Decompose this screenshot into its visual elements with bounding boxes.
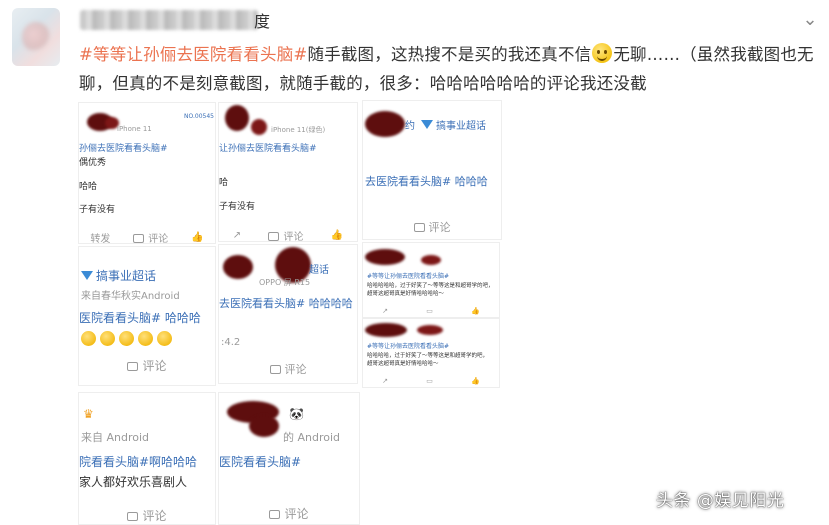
comment-label: 评论 bbox=[142, 358, 167, 373]
text-line: 哈哈哈哈哈，过于好笑了～等等这是和超哥学的吧， bbox=[367, 283, 494, 289]
comment-label: 评论 bbox=[283, 231, 304, 242]
action-bar: 评论 bbox=[219, 503, 359, 523]
text-line: 偶优秀 bbox=[79, 158, 107, 168]
comment-icon: ▭ bbox=[426, 307, 433, 315]
panda-emoji-icon: 🐼 bbox=[289, 407, 304, 421]
action-bar: 转发 评论 👍 bbox=[79, 227, 215, 244]
laugh-emoji-icon bbox=[81, 331, 96, 346]
device-label: iPhone 11 bbox=[117, 125, 152, 133]
comment-label: 评论 bbox=[428, 221, 451, 234]
hashtag-text: 孙俪去医院看看头脑# bbox=[79, 144, 168, 154]
source-label: OPPO 屏 R15 bbox=[259, 278, 311, 287]
action-bar: ↗ ▭ 👍 bbox=[363, 301, 499, 317]
text-line: 哈哈哈哈，过于好笑了～等等这是和超哥学的吧， bbox=[367, 353, 489, 359]
action-bar: ↗ ▭ 👍 bbox=[363, 371, 499, 387]
device-label: iPhone 11(绿色) bbox=[271, 126, 326, 134]
comment-icon bbox=[269, 365, 281, 374]
screenshot-image-5[interactable]: 超话 OPPO 屏 R15 去医院看看头脑# 哈哈哈哈 :4.2 评论 bbox=[218, 244, 358, 384]
top-label: 超话 bbox=[309, 265, 329, 276]
vip-label: 搞事业超话 bbox=[436, 121, 486, 132]
comment-label: 评论 bbox=[148, 233, 169, 244]
post-text-part1: 随手截图，这热搜不是买的我还真不信 bbox=[307, 45, 592, 64]
crown-icon: ♛ bbox=[83, 407, 94, 421]
comment-icon bbox=[413, 223, 425, 232]
tag-text: 约 bbox=[405, 121, 415, 132]
source-label: 来自 Android bbox=[81, 431, 150, 444]
badge: NO.00545 bbox=[184, 113, 214, 120]
comment-label: 评论 bbox=[284, 506, 309, 521]
comment-label: 评论 bbox=[142, 508, 167, 523]
action-bar: 评论 bbox=[363, 217, 501, 237]
share-icon: ↗ bbox=[232, 229, 242, 241]
smile-emoji-icon bbox=[592, 43, 613, 63]
post-text: #等等让孙俪去医院看看头脑#随手截图，这热搜不是买的我还真不信 无聊……（虽然我截… bbox=[79, 40, 814, 98]
text-line: 哈 bbox=[219, 178, 229, 188]
laugh-emoji-icon bbox=[157, 331, 172, 346]
like-icon: 👍 bbox=[471, 377, 480, 385]
screenshot-image-8[interactable]: ♛ 来自 Android 院看看头脑#啊哈哈哈 家人都好欢乐喜剧人 评论 bbox=[78, 392, 216, 525]
hashtag-text: 去医院看看头脑# 哈哈哈 bbox=[365, 175, 488, 188]
comment-icon bbox=[268, 231, 280, 241]
like-icon: 👍 bbox=[330, 229, 344, 241]
source-label: 的 Android bbox=[283, 431, 341, 444]
hashtag-text: 去医院看看头脑# 哈哈哈哈 bbox=[219, 297, 353, 310]
weibo-post-card: 度 ⌄ #等等让孙俪去医院看看头脑#随手截图，这热搜不是买的我还真不信 无聊……（… bbox=[0, 0, 829, 525]
share-icon: ↗ bbox=[382, 307, 388, 315]
share-icon: ↗ bbox=[382, 377, 388, 385]
vip-label: 搞事业超话 bbox=[96, 269, 157, 283]
score-label: 4.2 bbox=[224, 337, 241, 348]
text-line: 超哥这超哥真是好情哈哈哈～ bbox=[367, 361, 439, 367]
hashtag-text: 让孙俪去医院看看头脑# bbox=[219, 144, 317, 154]
vip-diamond-icon bbox=[81, 271, 93, 280]
chevron-down-icon[interactable]: ⌄ bbox=[800, 11, 820, 29]
text-line: 子有没有 bbox=[219, 202, 256, 212]
like-icon: 👍 bbox=[191, 231, 204, 243]
username-suffix: 度 bbox=[254, 12, 271, 31]
username-blurred[interactable] bbox=[80, 10, 258, 30]
text-line: 哈哈 bbox=[79, 182, 98, 192]
screenshot-image-3[interactable]: 约 搞事业超话 去医院看看头脑# 哈哈哈 评论 bbox=[362, 100, 502, 240]
laugh-emoji-icon bbox=[138, 331, 153, 346]
vip-diamond-icon bbox=[421, 120, 433, 129]
text-line: 超哥这超哥真是好情哈哈哈哈～ bbox=[367, 291, 445, 297]
watermark: 头条 @娱见阳光 bbox=[656, 491, 785, 511]
laugh-emoji-icon bbox=[119, 331, 134, 346]
screenshot-image-4[interactable]: 搞事业超话 来自春华秋实Android 医院看看头脑# 哈哈哈 评论 bbox=[78, 246, 216, 386]
hashtag-text: 医院看看头脑# bbox=[219, 455, 302, 469]
laugh-emoji-icon bbox=[100, 331, 115, 346]
hashtag-link[interactable]: #等等让孙俪去医院看看头脑# bbox=[79, 45, 307, 64]
comment-icon: ▭ bbox=[426, 377, 433, 385]
hashtag-text: 院看看头脑#啊哈哈哈 bbox=[79, 455, 198, 469]
text-line: 家人都好欢乐喜剧人 bbox=[79, 475, 188, 489]
text-line: 子有没有 bbox=[79, 205, 116, 215]
comment-icon bbox=[127, 361, 139, 371]
comment-label: 评论 bbox=[284, 363, 307, 376]
comment-icon bbox=[127, 511, 139, 521]
action-bar: 评论 bbox=[219, 359, 357, 379]
hashtag-text: #等等让孙俪去医院看看头脑# bbox=[367, 343, 450, 350]
screenshot-image-2[interactable]: iPhone 11(绿色) 让孙俪去医院看看头脑# 哈 子有没有 ↗ 评论 👍 bbox=[218, 102, 358, 242]
hashtag-text: #等等让孙俪去医院看看头脑# bbox=[367, 273, 450, 280]
comment-icon bbox=[269, 509, 281, 519]
screenshot-image-9[interactable]: 🐼 的 Android 医院看看头脑# 评论 bbox=[218, 392, 360, 525]
screenshot-image-6[interactable]: #等等让孙俪去医院看看头脑# 哈哈哈哈哈，过于好笑了～等等这是和超哥学的吧， 超… bbox=[362, 242, 500, 318]
action-bar: 评论 bbox=[79, 355, 215, 375]
like-icon: 👍 bbox=[471, 307, 480, 315]
screenshot-image-1[interactable]: iPhone 11 NO.00545 孙俪去医院看看头脑# 偶优秀 哈哈 子有没… bbox=[78, 102, 216, 244]
user-avatar[interactable] bbox=[12, 8, 60, 66]
source-label: 来自春华秋实Android bbox=[81, 291, 180, 302]
screenshot-image-7[interactable]: #等等让孙俪去医院看看头脑# 哈哈哈哈，过于好笑了～等等这是和超哥学的吧， 超哥… bbox=[362, 318, 500, 388]
action-bar: ↗ 评论 👍 bbox=[219, 225, 357, 242]
laugh-emoji-row bbox=[81, 329, 176, 348]
hashtag-text: 医院看看头脑# 哈哈哈 bbox=[79, 311, 201, 325]
comment-icon bbox=[133, 233, 145, 243]
forward-label: 转发 bbox=[90, 233, 111, 244]
action-bar: 评论 bbox=[79, 505, 215, 524]
